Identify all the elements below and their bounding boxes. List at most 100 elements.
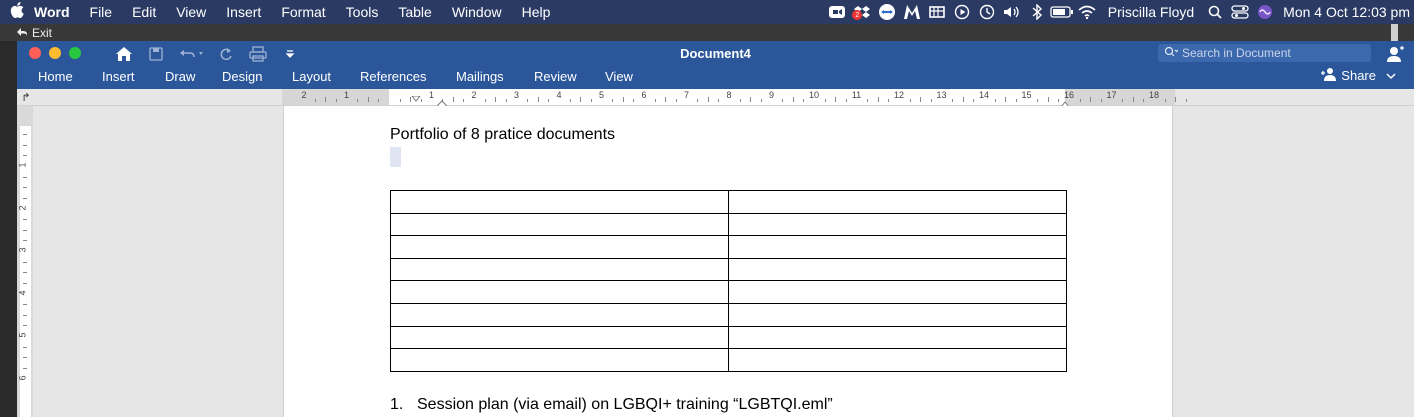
menu-view[interactable]: View	[166, 4, 216, 20]
ruler-tick	[580, 97, 582, 102]
ruler-number: 13	[936, 90, 947, 100]
table-cell[interactable]	[728, 190, 1067, 214]
apple-menu-icon[interactable]	[0, 2, 34, 22]
tab-review[interactable]: Review	[534, 69, 577, 84]
empty-paragraph-selection[interactable]	[390, 147, 401, 167]
tab-design[interactable]: Design	[222, 69, 262, 84]
control-center-icon[interactable]	[1228, 0, 1252, 24]
vertical-ruler-number: 4	[17, 289, 28, 296]
vertical-ruler-tick	[23, 187, 27, 189]
table-cell[interactable]	[390, 257, 729, 282]
add-person-icon	[1321, 67, 1337, 84]
ruler-tick	[1005, 97, 1007, 102]
table-cell[interactable]	[728, 212, 1067, 237]
spotlight-search-icon[interactable]	[1203, 0, 1227, 24]
bluetooth-icon[interactable]	[1025, 0, 1049, 24]
zoom-icon[interactable]	[825, 0, 849, 24]
table-cell[interactable]	[390, 325, 729, 350]
menu-edit[interactable]: Edit	[122, 4, 166, 20]
ruler-tick	[952, 99, 954, 102]
teamviewer-icon[interactable]	[875, 0, 899, 24]
status-area: 2 Priscilla Floyd Mon 4 Oct 12:03 pm	[825, 0, 1414, 24]
ruler-tick	[867, 99, 869, 102]
horizontal-ruler[interactable]: ↱ 2 1 1 2 3 4 5 6 7 8 9 10 11 12 13 14 15 16 17 18	[17, 89, 1414, 110]
ruler-tick	[930, 99, 932, 102]
table-cell[interactable]	[390, 280, 729, 304]
table-cell[interactable]	[728, 257, 1067, 282]
table-cell[interactable]	[390, 235, 729, 259]
exit-button[interactable]: Exit	[0, 26, 52, 40]
ruler-number: 12	[893, 90, 905, 100]
table-cell[interactable]	[390, 190, 729, 214]
ruler-tick	[505, 99, 507, 102]
table-cell[interactable]	[728, 280, 1067, 304]
ruler-tick	[654, 99, 656, 102]
ruler-tick	[548, 99, 550, 102]
dropbox-icon[interactable]: 2	[850, 0, 874, 24]
window-left-edge	[0, 41, 17, 417]
tab-insert[interactable]: Insert	[102, 69, 135, 84]
vertical-ruler-tick	[23, 240, 27, 242]
share-label: Share	[1341, 68, 1376, 83]
table-cell[interactable]	[728, 325, 1067, 350]
document-table[interactable]	[390, 190, 1067, 372]
menu-format[interactable]: Format	[271, 4, 335, 20]
vertical-ruler-tick	[23, 229, 27, 231]
menu-tools[interactable]: Tools	[336, 4, 389, 20]
share-button[interactable]: Share	[1321, 67, 1396, 84]
table-cell[interactable]	[390, 302, 729, 327]
ruler-tick	[452, 97, 454, 102]
volume-icon[interactable]	[1000, 0, 1024, 24]
table-cell[interactable]	[728, 348, 1067, 372]
vertical-ruler[interactable]: 1 2 3 4 5 6	[17, 106, 33, 417]
tab-references[interactable]: References	[360, 69, 426, 84]
scrollbar-thumb[interactable]	[1391, 24, 1398, 41]
wifi-icon[interactable]	[1075, 0, 1099, 24]
table-row	[390, 325, 1067, 350]
search-in-document-field[interactable]: Search in Document	[1158, 44, 1371, 62]
siri-icon[interactable]	[1253, 0, 1277, 24]
menu-table[interactable]: Table	[388, 4, 441, 20]
ruler-number: 2	[471, 90, 477, 100]
table-row	[390, 280, 1067, 304]
rollout-icon[interactable]	[925, 0, 949, 24]
time-machine-icon[interactable]	[975, 0, 999, 24]
tab-draw[interactable]: Draw	[165, 69, 195, 84]
vertical-ruler-number: 5	[17, 332, 28, 338]
table-cell[interactable]	[728, 302, 1067, 327]
table-row	[390, 190, 1067, 214]
tab-home[interactable]: Home	[38, 69, 73, 84]
document-page[interactable]: Portfolio of 8 pratice documents 1. Sess…	[283, 106, 1173, 417]
ruler-tick	[1047, 97, 1049, 102]
battery-icon[interactable]	[1050, 0, 1074, 24]
play-icon[interactable]	[950, 0, 974, 24]
ruler-tick	[697, 99, 699, 102]
menu-file[interactable]: File	[80, 4, 123, 20]
ruler-tick	[739, 99, 741, 102]
table-cell[interactable]	[728, 235, 1067, 259]
menu-window[interactable]: Window	[442, 4, 512, 20]
tab-mailings[interactable]: Mailings	[456, 69, 504, 84]
menu-insert[interactable]: Insert	[216, 4, 271, 20]
ruler-tick	[314, 99, 316, 102]
ruler-number: 1	[343, 90, 350, 100]
first-line-indent-marker[interactable]	[410, 89, 422, 107]
malwarebytes-icon[interactable]	[900, 0, 924, 24]
app-menu-word[interactable]: Word	[34, 4, 80, 20]
document-heading[interactable]: Portfolio of 8 pratice documents	[390, 126, 615, 144]
tab-view[interactable]: View	[605, 69, 633, 84]
table-cell[interactable]	[390, 212, 729, 237]
list-item-text: Session plan (via email) on LGBQI+ train…	[417, 396, 833, 413]
numbered-list-item[interactable]: 1. Session plan (via email) on LGBQI+ tr…	[390, 396, 833, 414]
ruler-tick	[718, 99, 720, 102]
tab-selector-icon[interactable]: ↱	[18, 89, 34, 105]
table-row	[390, 235, 1067, 259]
user-name[interactable]: Priscilla Floyd	[1100, 4, 1202, 20]
back-arrow-icon	[16, 26, 28, 40]
table-cell[interactable]	[390, 348, 729, 372]
account-icon[interactable]	[1386, 45, 1404, 68]
tab-layout[interactable]: Layout	[292, 69, 331, 84]
menu-help[interactable]: Help	[512, 4, 561, 20]
clock[interactable]: Mon 4 Oct 12:03 pm	[1277, 4, 1414, 20]
ruler-tick	[357, 99, 359, 102]
